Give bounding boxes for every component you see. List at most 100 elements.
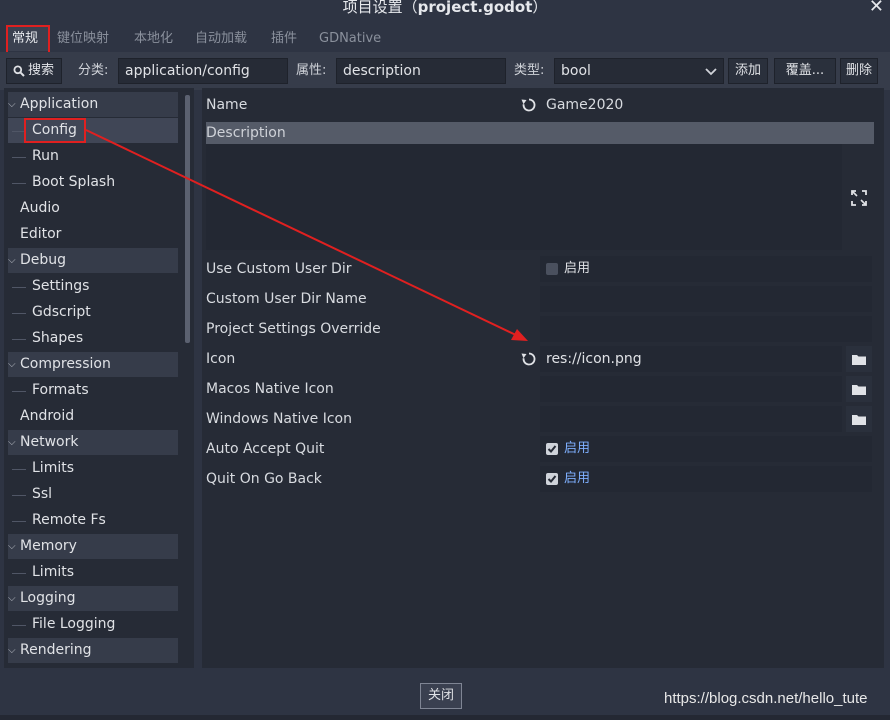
sidebar-item-rendering[interactable]: ⌵ Rendering <box>8 638 178 663</box>
tree-guide <box>12 157 26 158</box>
close-window-icon[interactable]: ✕ <box>869 0 884 17</box>
property-input[interactable]: description <box>336 58 506 84</box>
tree-item-label: Settings <box>32 278 90 294</box>
sidebar-item-gdscript[interactable]: Gdscript <box>8 300 178 325</box>
delete-button[interactable]: 删除 <box>840 58 878 84</box>
enable-label: 启用 <box>564 441 591 456</box>
chevron-down-icon[interactable]: ⌵ <box>8 248 16 273</box>
sidebar-item-compression[interactable]: ⌵ Compression <box>8 352 178 377</box>
sidebar-item-debug[interactable]: ⌵ Debug <box>8 248 178 273</box>
property-label-project-settings-override: Project Settings Override <box>206 321 381 337</box>
property-label-name: Name <box>206 97 248 113</box>
sidebar-item-run[interactable]: Run <box>8 144 178 169</box>
tab-input-map[interactable]: 键位映射 <box>51 27 121 51</box>
sidebar-item-file-logging[interactable]: File Logging <box>8 612 178 637</box>
window-title: 项目设置（project.godot） <box>0 0 890 18</box>
auto-accept-quit-value[interactable]: 启用 <box>540 436 872 462</box>
sidebar-item-remote-fs[interactable]: Remote Fs <box>8 508 178 533</box>
tree-guide <box>12 183 26 184</box>
sidebar-item-boot-splash[interactable]: Boot Splash <box>8 170 178 195</box>
tab-plugins[interactable]: 插件 <box>265 27 309 51</box>
title-suffix: ） <box>532 0 548 16</box>
chevron-down-icon[interactable]: ⌵ <box>8 638 16 663</box>
sidebar-item-network[interactable]: ⌵ Network <box>8 430 178 455</box>
category-label: 分类: <box>78 63 109 78</box>
tree-guide <box>12 313 26 314</box>
custom-user-dir-name-value[interactable] <box>540 286 872 312</box>
macos-native-icon-value[interactable] <box>540 376 842 402</box>
quit-on-go-back-value[interactable]: 启用 <box>540 466 872 492</box>
sidebar-item-application[interactable]: ⌵ Application <box>8 92 178 117</box>
chevron-down-icon <box>705 68 717 76</box>
tree-item-label: Formats <box>32 382 89 398</box>
enable-label: 启用 <box>564 471 591 486</box>
sidebar-item-audio[interactable]: Audio <box>8 196 178 221</box>
sidebar-item-memory[interactable]: ⌵ Memory <box>8 534 178 559</box>
revert-icon[interactable] <box>520 350 538 368</box>
tree-item-label: Run <box>32 148 59 164</box>
tree-guide <box>12 521 26 522</box>
chevron-down-icon[interactable]: ⌵ <box>8 352 16 377</box>
tab-gdnative[interactable]: GDNative <box>313 27 393 51</box>
name-value-field[interactable]: Game2020 <box>540 92 878 118</box>
tree-item-label: File Logging <box>32 616 116 632</box>
tree-item-label: Memory <box>20 538 77 554</box>
expand-icon[interactable] <box>851 190 867 206</box>
project-settings-override-value[interactable] <box>540 316 872 342</box>
folder-icon[interactable] <box>846 406 872 432</box>
tree-item-label: Shapes <box>32 330 84 346</box>
sidebar-item-logging[interactable]: ⌵ Logging <box>8 586 178 611</box>
sidebar-item-ssl[interactable]: Ssl <box>8 482 178 507</box>
tab-autoload[interactable]: 自动加载 <box>189 27 259 51</box>
close-button[interactable]: 关闭 <box>420 683 462 709</box>
description-textarea[interactable] <box>206 144 842 250</box>
type-select[interactable]: bool <box>554 58 724 84</box>
enable-label: 启用 <box>564 261 591 276</box>
search-label: 搜索 <box>28 63 55 78</box>
sidebar-item-settings[interactable]: Settings <box>8 274 178 299</box>
tab-localization[interactable]: 本地化 <box>128 27 184 51</box>
tree-guide <box>12 495 26 496</box>
sidebar-item-android[interactable]: Android <box>8 404 178 429</box>
folder-icon[interactable] <box>846 376 872 402</box>
search-button[interactable]: 搜索 <box>6 58 62 84</box>
checkbox-unchecked-icon[interactable] <box>546 263 558 275</box>
tree-item-label: Android <box>20 408 75 424</box>
windows-native-icon-value[interactable] <box>540 406 842 432</box>
property-label-icon: Icon <box>206 351 236 367</box>
chevron-down-icon[interactable]: ⌵ <box>8 586 16 611</box>
tree-item-label: Editor <box>20 226 62 242</box>
tree-item-label: Boot Splash <box>32 174 116 190</box>
tree-item-label: Network <box>20 434 79 450</box>
bottom-strip <box>0 715 890 720</box>
property-label-macos-native-icon: Macos Native Icon <box>206 381 334 397</box>
override-button[interactable]: 覆盖... <box>774 58 836 84</box>
checkbox-checked-icon[interactable] <box>546 443 558 455</box>
folder-icon[interactable] <box>846 346 872 372</box>
chevron-down-icon[interactable]: ⌵ <box>8 534 16 559</box>
tree-item-label: Debug <box>20 252 67 268</box>
tree-guide <box>12 625 26 626</box>
tree-guide <box>12 469 26 470</box>
use-custom-user-dir-value[interactable]: 启用 <box>540 256 872 282</box>
property-label-quit-on-go-back: Quit On Go Back <box>206 471 322 487</box>
property-label-use-custom-user-dir: Use Custom User Dir <box>206 261 352 277</box>
title-project-file: project.godot <box>417 0 533 16</box>
sidebar-item-limits[interactable]: Limits <box>8 560 178 585</box>
description-header: Description <box>206 122 874 144</box>
category-input[interactable]: application/config <box>118 58 288 84</box>
tree-scrollbar[interactable] <box>185 95 190 343</box>
chevron-down-icon[interactable]: ⌵ <box>8 430 16 455</box>
property-label-custom-user-dir-name: Custom User Dir Name <box>206 291 367 307</box>
add-button[interactable]: 添加 <box>728 58 768 84</box>
sidebar-item-limits[interactable]: Limits <box>8 456 178 481</box>
sidebar-item-formats[interactable]: Formats <box>8 378 178 403</box>
chevron-down-icon[interactable]: ⌵ <box>8 92 16 117</box>
revert-icon[interactable] <box>520 96 538 114</box>
checkbox-checked-icon[interactable] <box>546 473 558 485</box>
sidebar-item-editor[interactable]: Editor <box>8 222 178 247</box>
tree-item-label: Rendering <box>20 642 92 658</box>
icon-value[interactable]: res://icon.png <box>540 346 842 372</box>
title-prefix: 项目设置（ <box>342 0 418 16</box>
sidebar-item-shapes[interactable]: Shapes <box>8 326 178 351</box>
